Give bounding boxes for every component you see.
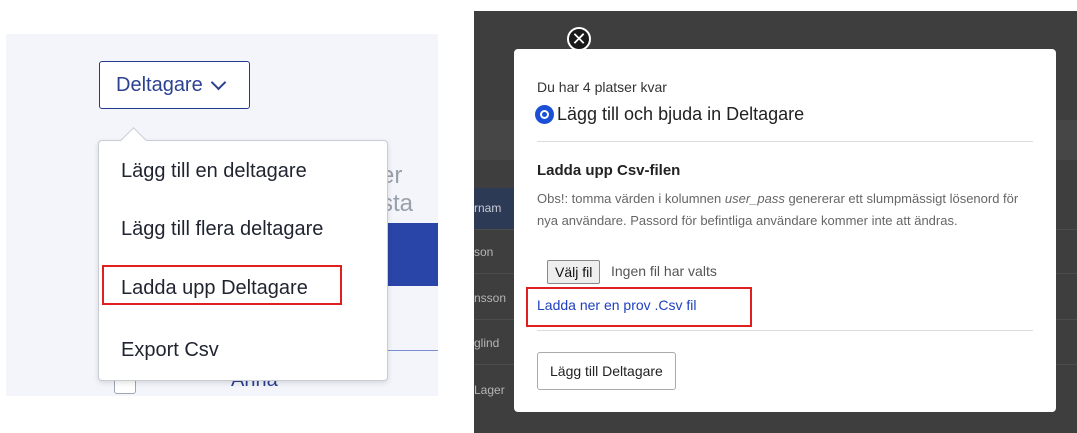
background-row-text: Lager	[474, 383, 505, 397]
invite-option-radio[interactable]	[535, 105, 554, 124]
file-status-text: Ingen fil har valts	[611, 263, 717, 279]
invite-option-label[interactable]: Lägg till och bjuda in Deltagare	[557, 104, 804, 125]
background-search-placeholder: er sta	[381, 162, 414, 217]
highlight-sample-link	[526, 287, 752, 327]
participants-dropdown-panel: er sta Anna Deltagare Lägg till en delta…	[6, 34, 438, 396]
upload-participants-modal: Du har 4 platser kvar Lägg till och bjud…	[514, 49, 1056, 412]
menu-item-export-csv[interactable]: Export Csv	[121, 339, 219, 362]
upload-csv-note: Obs!: tomma värden i kolumnen user_pass …	[537, 188, 1037, 232]
note-field-name: user_pass	[724, 191, 785, 206]
close-icon[interactable]: ✕	[567, 27, 591, 51]
modal-divider	[537, 330, 1033, 331]
menu-item-add-one-participant[interactable]: Lägg till en deltagare	[121, 160, 307, 183]
modal-divider	[537, 141, 1033, 142]
participants-dropdown-toggle[interactable]: Deltagare	[99, 61, 250, 109]
add-participants-button[interactable]: Lägg till Deltagare	[537, 352, 676, 390]
background-row-text: glind	[474, 336, 500, 350]
participants-dropdown-label: Deltagare	[116, 73, 203, 96]
highlight-upload-participants	[102, 265, 342, 305]
note-text-prefix: Obs!: tomma värden i kolumnen	[537, 191, 725, 206]
dropdown-caret	[120, 127, 147, 154]
upload-csv-heading: Ladda upp Csv-filen	[537, 162, 681, 179]
menu-item-add-multiple-participants[interactable]: Lägg till flera deltagare	[121, 218, 323, 241]
seats-remaining-text: Du har 4 platser kvar	[537, 79, 667, 95]
chevron-down-icon	[210, 74, 226, 90]
participants-dropdown-menu: Lägg till en deltagare Lägg till flera d…	[98, 127, 388, 381]
background-column-header: rnam	[474, 201, 502, 215]
background-row-text: nsson	[474, 291, 507, 305]
choose-file-button[interactable]: Välj fil	[547, 260, 601, 284]
background-row-text: son	[474, 245, 494, 259]
upload-csv-modal-screen: rnam son nsson glind Lager Du har 4 plat…	[474, 11, 1077, 433]
